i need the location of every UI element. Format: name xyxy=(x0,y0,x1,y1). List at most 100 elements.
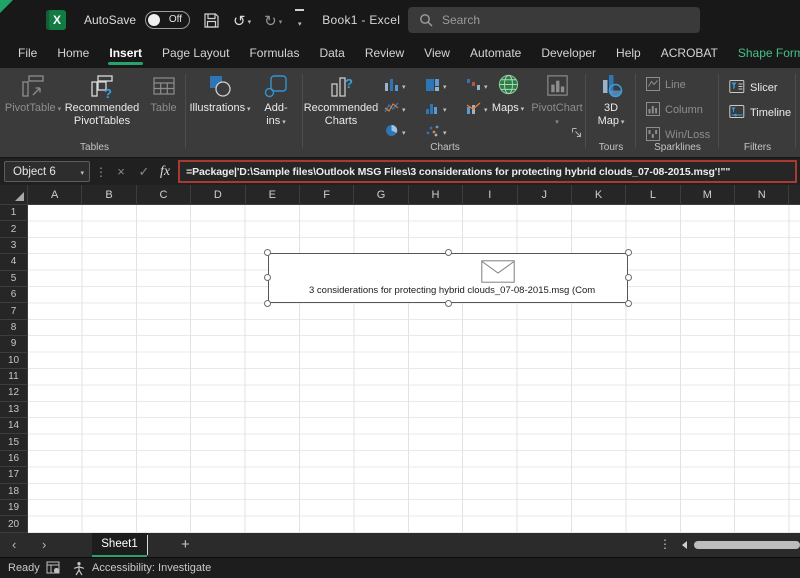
tab-shape-format[interactable]: Shape Format xyxy=(728,41,800,67)
addins-button[interactable]: Add-ins xyxy=(256,72,296,127)
chevron-down-icon[interactable] xyxy=(80,166,84,178)
row-header-8[interactable]: 8 xyxy=(0,319,28,337)
sheet-tab-strip: ‹ › Sheet1 + ⋮ xyxy=(0,533,800,557)
column-header-g[interactable]: G xyxy=(354,185,409,204)
hierarchy-chart-button[interactable] xyxy=(422,73,463,96)
column-header-a[interactable]: A xyxy=(28,185,83,204)
column-header-m[interactable]: M xyxy=(681,185,736,204)
row-header-9[interactable]: 9 xyxy=(0,336,28,353)
undo-button[interactable]: ↺ xyxy=(233,11,251,29)
column-header-h[interactable]: H xyxy=(409,185,464,204)
column-header-n[interactable]: N xyxy=(735,185,790,204)
resize-handle[interactable] xyxy=(625,300,632,307)
tab-review[interactable]: Review xyxy=(355,41,414,67)
row-header-18[interactable]: 18 xyxy=(0,483,28,501)
tab-home[interactable]: Home xyxy=(47,41,99,67)
charts-dialog-launcher[interactable] xyxy=(571,125,582,143)
insert-function-button[interactable]: fx xyxy=(160,164,170,180)
search-input[interactable] xyxy=(442,13,700,27)
row-header-19[interactable]: 19 xyxy=(0,500,28,517)
name-box[interactable]: Object 6 xyxy=(4,161,90,182)
record-macro-button[interactable] xyxy=(46,558,61,578)
resize-handle[interactable] xyxy=(445,300,452,307)
row-header-16[interactable]: 16 xyxy=(0,450,28,468)
scroll-left-icon[interactable] xyxy=(682,541,687,549)
sparkline-column-icon xyxy=(646,101,660,119)
column-header-c[interactable]: C xyxy=(137,185,192,204)
chevron-down-icon[interactable] xyxy=(248,11,252,29)
recommended-charts-button[interactable]: ? Recommended Charts xyxy=(304,72,379,127)
resize-handle[interactable] xyxy=(625,274,632,281)
column-header-k[interactable]: K xyxy=(572,185,627,204)
row-header-2[interactable]: 2 xyxy=(0,221,28,238)
tab-file[interactable]: File xyxy=(8,41,47,67)
illustrations-button[interactable]: Illustrations xyxy=(188,72,252,115)
row-header-12[interactable]: 12 xyxy=(0,385,28,402)
row-header-13[interactable]: 13 xyxy=(0,401,28,419)
row-header-17[interactable]: 17 xyxy=(0,467,28,484)
column-header-j[interactable]: J xyxy=(518,185,572,204)
tab-data[interactable]: Data xyxy=(309,41,354,67)
row-header-14[interactable]: 14 xyxy=(0,418,28,435)
redo-icon: ↻ xyxy=(264,13,277,30)
column-header-f[interactable]: F xyxy=(300,185,355,204)
tab-insert[interactable]: Insert xyxy=(99,41,152,67)
cells-area[interactable]: 3 considerations for protecting hybrid c… xyxy=(28,205,800,533)
column-header-b[interactable]: B xyxy=(82,185,137,204)
tab-formulas[interactable]: Formulas xyxy=(239,41,309,67)
tab-acrobat[interactable]: ACROBAT xyxy=(651,41,728,67)
timeline-button[interactable]: Timeline xyxy=(729,102,791,124)
next-sheet-button[interactable]: › xyxy=(42,537,46,552)
formula-bar-options-icon[interactable]: ⋮ xyxy=(95,165,107,179)
column-header-e[interactable]: E xyxy=(246,185,300,204)
save-button[interactable] xyxy=(203,12,220,29)
tab-developer[interactable]: Developer xyxy=(531,41,606,67)
embedded-msg-object[interactable]: 3 considerations for protecting hybrid c… xyxy=(264,249,632,307)
row-header-4[interactable]: 4 xyxy=(0,254,28,271)
more-options-icon[interactable]: ⋮ xyxy=(659,537,671,551)
column-header-l[interactable]: L xyxy=(626,185,681,204)
slicer-button[interactable]: Slicer xyxy=(729,77,778,99)
row-header-11[interactable]: 11 xyxy=(0,368,28,386)
row-header-5[interactable]: 5 xyxy=(0,270,28,287)
column-header-i[interactable]: I xyxy=(463,185,518,204)
3d-map-button[interactable]: 3D Map xyxy=(592,72,630,127)
line-chart-button[interactable] xyxy=(381,96,422,119)
excel-app-icon[interactable] xyxy=(46,10,66,30)
resize-handle[interactable] xyxy=(264,300,271,307)
column-chart-button[interactable] xyxy=(381,73,422,96)
accessibility-status[interactable]: Accessibility: Investigate xyxy=(72,558,211,578)
redo-button[interactable]: ↻ xyxy=(264,11,282,29)
select-all-button[interactable] xyxy=(0,185,28,204)
row-header-1[interactable]: 1 xyxy=(0,205,28,222)
new-sheet-button[interactable]: + xyxy=(181,536,190,553)
corner-accent-triangle xyxy=(0,0,13,13)
resize-handle[interactable] xyxy=(264,249,271,256)
horizontal-scrollbar[interactable] xyxy=(694,541,800,549)
row-header-7[interactable]: 7 xyxy=(0,303,28,320)
row-header-15[interactable]: 15 xyxy=(0,434,28,451)
row-header-3[interactable]: 3 xyxy=(0,237,28,255)
maps-button[interactable]: Maps xyxy=(487,72,529,115)
tab-view[interactable]: View xyxy=(414,41,460,67)
formula-input[interactable]: =Package|'D:\Sample files\Outlook MSG Fi… xyxy=(178,160,797,183)
column-header-d[interactable]: D xyxy=(191,185,246,204)
search-box[interactable] xyxy=(408,7,700,33)
customize-quick-access-toolbar-button[interactable] xyxy=(295,9,305,31)
autosave-toggle[interactable]: Off xyxy=(145,11,191,29)
resize-handle[interactable] xyxy=(445,249,452,256)
sheet-tab-sheet1[interactable]: Sheet1 xyxy=(92,533,147,557)
recommended-pivottables-button[interactable]: ? Recommended PivotTables xyxy=(62,72,142,127)
tab-page-layout[interactable]: Page Layout xyxy=(152,41,239,67)
pie-chart-button[interactable] xyxy=(381,119,422,142)
resize-handle[interactable] xyxy=(625,249,632,256)
prev-sheet-button[interactable]: ‹ xyxy=(12,537,16,552)
tab-automate[interactable]: Automate xyxy=(460,41,531,67)
statistic-chart-button[interactable] xyxy=(422,96,463,119)
row-header-10[interactable]: 10 xyxy=(0,352,28,369)
resize-handle[interactable] xyxy=(264,274,271,281)
row-header-6[interactable]: 6 xyxy=(0,286,28,304)
row-header-20[interactable]: 20 xyxy=(0,516,28,533)
scatter-chart-button[interactable] xyxy=(422,119,463,142)
tab-help[interactable]: Help xyxy=(606,41,651,67)
